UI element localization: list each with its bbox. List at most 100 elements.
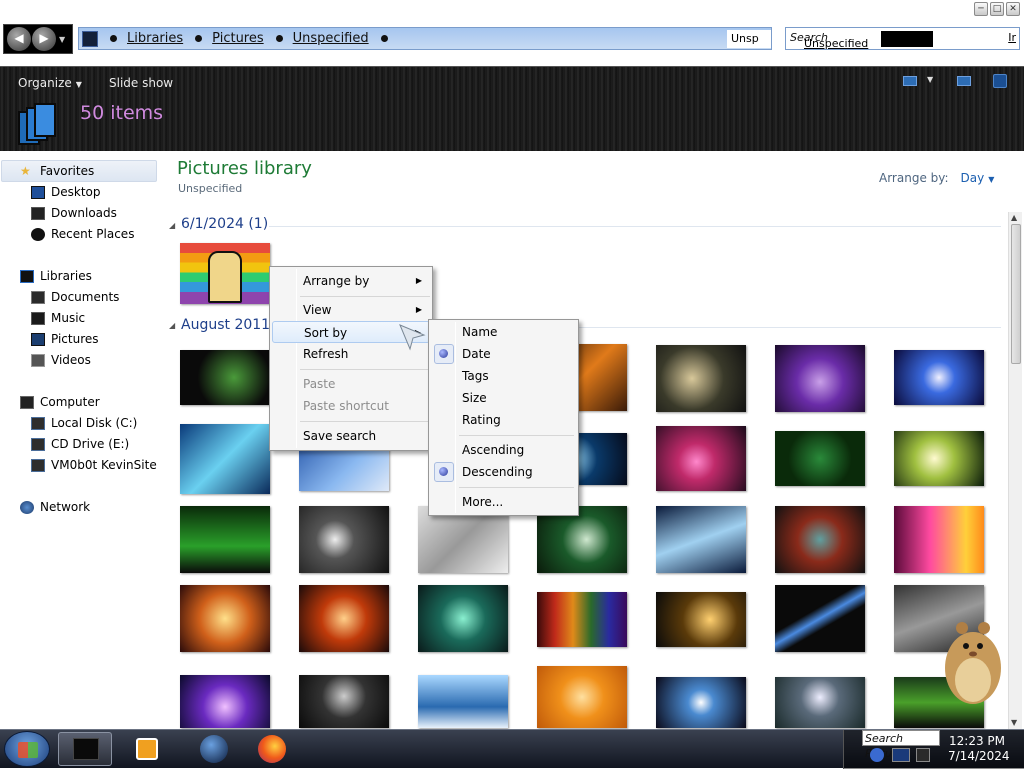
- scroll-down-icon[interactable]: ▼: [1011, 718, 1017, 727]
- nav-downloads[interactable]: Downloads: [31, 203, 117, 223]
- maximize-button[interactable]: □: [990, 2, 1004, 16]
- menu-item-arrange-by[interactable]: Arrange by ▶: [272, 270, 430, 292]
- sort-option-date[interactable]: Date: [431, 343, 576, 365]
- tray-search-box[interactable]: Search Picture: [862, 730, 940, 760]
- picture-thumbnail[interactable]: [418, 585, 508, 652]
- picture-thumbnail[interactable]: [180, 506, 270, 573]
- taskbar-globe[interactable]: [186, 732, 240, 766]
- arrange-by-control[interactable]: Arrange by: Day ▼: [879, 171, 994, 185]
- clock[interactable]: 12:23 PM 7/14/2024: [948, 734, 1010, 764]
- picture-thumbnail[interactable]: [656, 592, 746, 647]
- picture-thumbnail[interactable]: [299, 585, 389, 652]
- collapse-group-icon[interactable]: ◢: [169, 221, 175, 230]
- picture-thumbnail[interactable]: [775, 677, 865, 728]
- nav-recent-places[interactable]: Recent Places: [31, 224, 134, 244]
- picture-thumbnail[interactable]: [180, 350, 270, 405]
- slide-show-button[interactable]: Slide show: [109, 76, 173, 90]
- picture-thumbnail[interactable]: [656, 426, 746, 491]
- desktop-icon: [31, 185, 45, 199]
- forward-arrow-icon[interactable]: ▶: [32, 27, 56, 51]
- picture-thumbnail[interactable]: [299, 675, 389, 728]
- breadcrumb-libraries[interactable]: Libraries: [127, 31, 183, 46]
- nav-computer[interactable]: Computer: [20, 392, 100, 412]
- nav-cd-drive[interactable]: CD Drive (E:): [31, 434, 129, 454]
- picture-thumbnail[interactable]: [418, 675, 508, 728]
- close-button[interactable]: ✕: [1006, 2, 1020, 16]
- network-tray-icon[interactable]: [870, 748, 884, 762]
- picture-thumbnail[interactable]: [894, 350, 984, 405]
- clock-date: 7/14/2024: [948, 749, 1010, 763]
- address-dropdown-text[interactable]: Unsp: [727, 30, 771, 48]
- nav-music[interactable]: Music: [31, 308, 85, 328]
- menu-separator: [459, 487, 574, 488]
- nav-libraries[interactable]: Libraries: [20, 266, 92, 286]
- sort-option-name[interactable]: Name: [431, 321, 576, 343]
- picture-thumbnail[interactable]: [656, 345, 746, 412]
- breadcrumb-unspecified[interactable]: Unspecified: [293, 31, 369, 46]
- picture-thumbnail[interactable]: [537, 506, 627, 573]
- view-dropdown-icon[interactable]: ▼: [927, 75, 933, 84]
- collapse-group-icon[interactable]: ◢: [169, 321, 175, 330]
- picture-thumbnail[interactable]: [894, 431, 984, 486]
- chevron-down-icon[interactable]: ▼: [988, 175, 994, 184]
- picture-thumbnail[interactable]: [537, 592, 627, 647]
- picture-thumbnail[interactable]: [894, 506, 984, 573]
- vertical-scrollbar[interactable]: ▲ ▼: [1008, 212, 1022, 729]
- back-arrow-icon[interactable]: ◀: [7, 27, 31, 51]
- picture-thumbnail[interactable]: [180, 243, 270, 304]
- nav-pictures[interactable]: Pictures: [31, 329, 99, 349]
- picture-thumbnail[interactable]: [775, 431, 865, 486]
- group-header[interactable]: August 2011: [181, 317, 270, 333]
- menu-separator: [459, 435, 574, 436]
- arrange-value[interactable]: Day: [961, 171, 985, 185]
- taskbar-explorer[interactable]: [58, 732, 112, 766]
- address-bar[interactable]: Libraries Pictures Unspecified Unsp: [78, 27, 772, 50]
- organize-button[interactable]: Organize ▼: [18, 76, 82, 90]
- breadcrumb-pictures[interactable]: Pictures: [212, 31, 263, 46]
- nav-local-disk[interactable]: Local Disk (C:): [31, 413, 137, 433]
- volume-tray-icon[interactable]: [916, 748, 930, 762]
- picture-thumbnail[interactable]: [180, 675, 270, 728]
- menu-item-label: Paste: [303, 377, 336, 391]
- picture-thumbnail[interactable]: [180, 424, 270, 494]
- menu-item-save-search[interactable]: Save search: [272, 425, 430, 447]
- nav-videos[interactable]: Videos: [31, 350, 91, 370]
- picture-thumbnail[interactable]: [656, 506, 746, 573]
- search-box[interactable]: Search Unspecified Ir: [785, 27, 1020, 50]
- sort-option-descending[interactable]: Descending: [431, 461, 576, 483]
- nav-documents[interactable]: Documents: [31, 287, 119, 307]
- group-header[interactable]: 6/1/2024 (1): [181, 216, 268, 232]
- sort-option-ascending[interactable]: Ascending: [431, 439, 576, 461]
- nav-network[interactable]: Network: [20, 497, 90, 517]
- help-icon[interactable]: [993, 74, 1007, 88]
- picture-thumbnail[interactable]: [656, 677, 746, 728]
- sort-option-size[interactable]: Size: [431, 387, 576, 409]
- sort-option-tags[interactable]: Tags: [431, 365, 576, 387]
- library-title: Pictures library: [177, 158, 312, 179]
- picture-thumbnail[interactable]: [775, 585, 865, 652]
- display-tray-icon[interactable]: [892, 748, 910, 762]
- sort-option-rating[interactable]: Rating: [431, 409, 576, 431]
- picture-thumbnail[interactable]: [180, 585, 270, 652]
- scrollbar-thumb[interactable]: [1011, 224, 1021, 364]
- preview-pane-icon[interactable]: [957, 76, 971, 86]
- picture-thumbnail[interactable]: [299, 506, 389, 573]
- picture-thumbnail[interactable]: [418, 506, 508, 573]
- nav-label: Documents: [51, 290, 120, 304]
- change-view-icon[interactable]: [903, 76, 917, 86]
- menu-item-view[interactable]: View ▶: [272, 299, 430, 321]
- minimize-button[interactable]: ─: [974, 2, 988, 16]
- context-menu: Arrange by ▶ View ▶ Sort by ▶ Refresh Paste…: [269, 266, 433, 451]
- picture-thumbnail[interactable]: [775, 345, 865, 412]
- start-button[interactable]: [4, 731, 50, 767]
- taskbar-media-player[interactable]: [120, 732, 174, 766]
- nav-favorites[interactable]: ★ Favorites: [20, 161, 94, 181]
- scroll-up-icon[interactable]: ▲: [1011, 213, 1017, 222]
- picture-thumbnail[interactable]: [775, 506, 865, 573]
- sort-option-more[interactable]: More...: [431, 491, 576, 513]
- picture-thumbnail[interactable]: [537, 666, 627, 728]
- recent-pages-dropdown[interactable]: ▼: [59, 35, 65, 44]
- nav-network-drive[interactable]: VM0b0t KevinSite: [31, 455, 157, 475]
- nav-desktop[interactable]: Desktop: [31, 182, 101, 202]
- taskbar-firefox[interactable]: [244, 732, 298, 766]
